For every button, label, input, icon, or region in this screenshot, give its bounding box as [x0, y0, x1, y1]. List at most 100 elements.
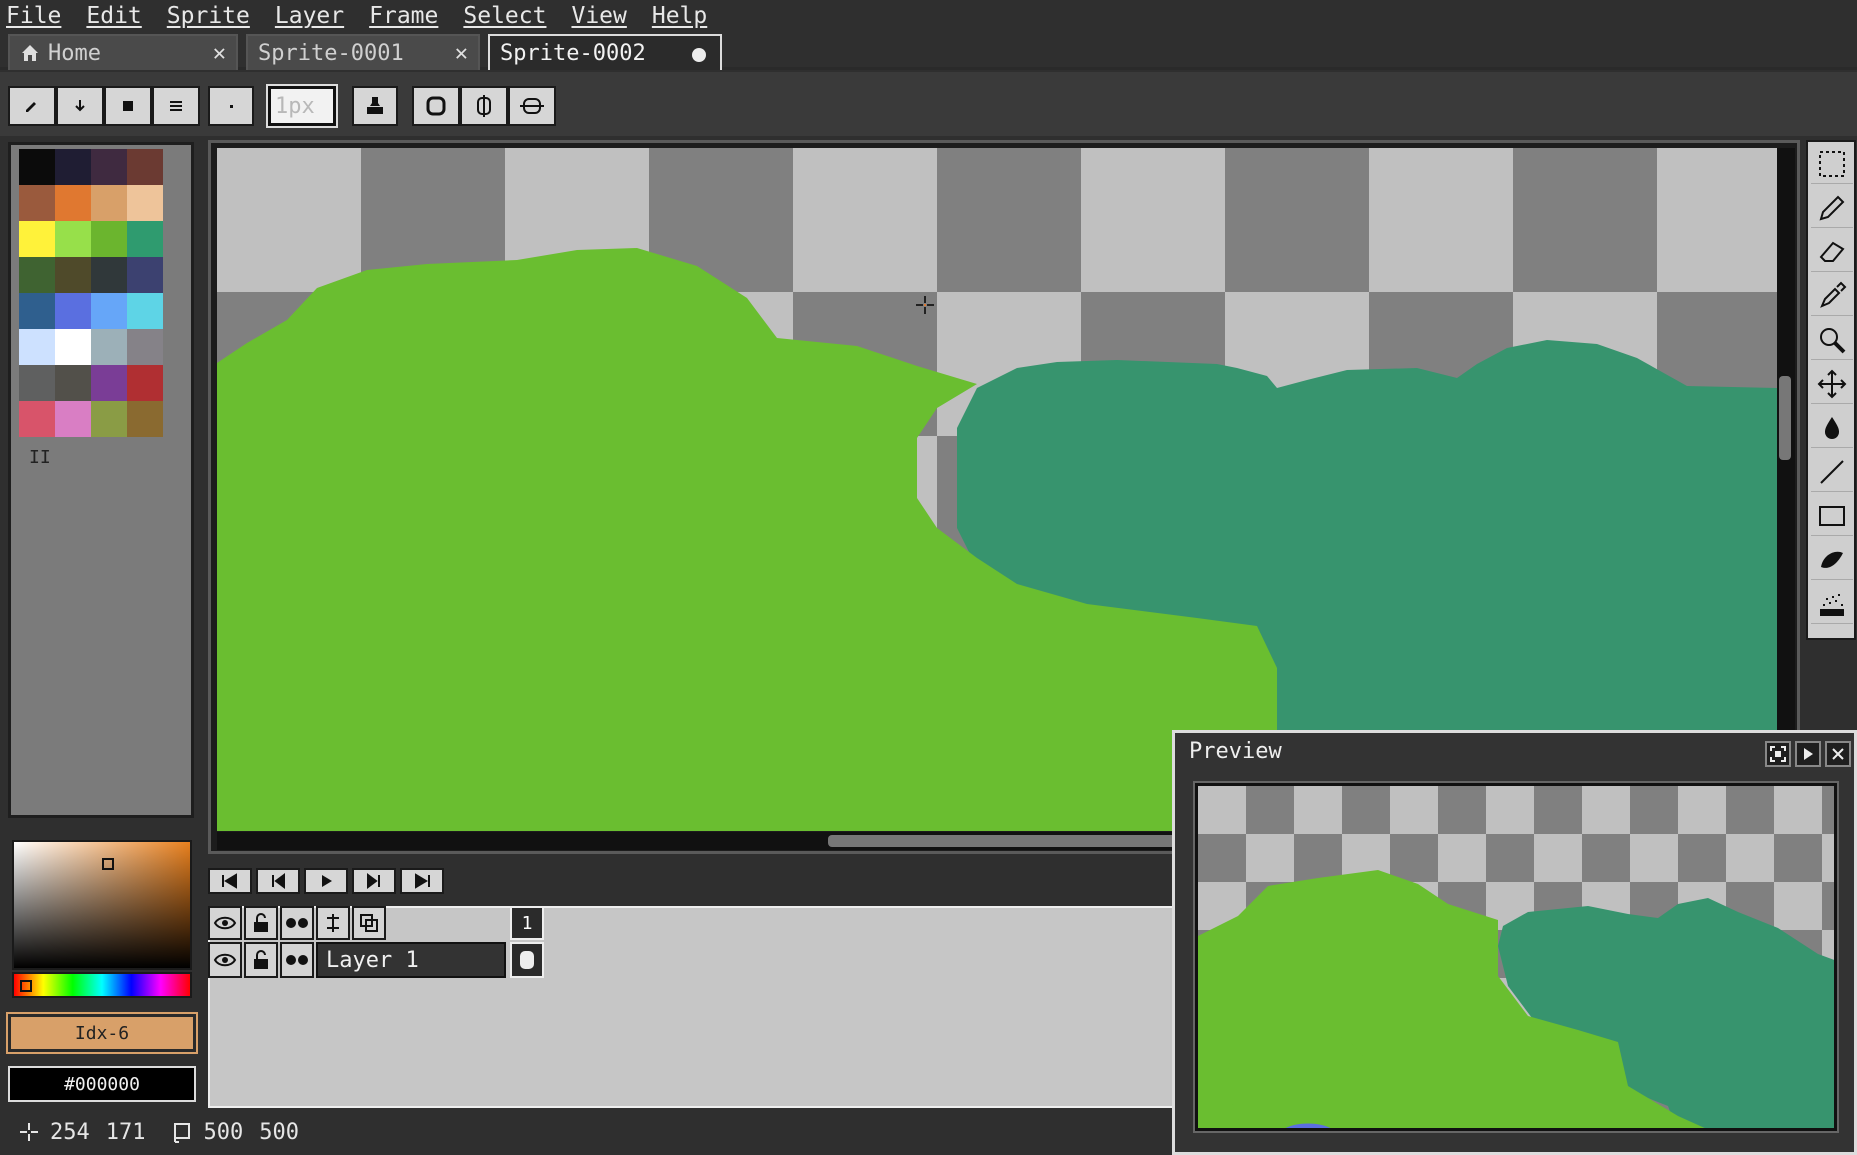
palette-swatch[interactable]	[127, 149, 163, 185]
layer-lock-toggle[interactable]	[244, 942, 278, 978]
palette-swatch[interactable]	[55, 401, 91, 437]
ink-icon	[520, 98, 544, 114]
ink-button[interactable]	[352, 86, 398, 126]
toggle-lock-all-button[interactable]	[244, 906, 278, 940]
last-frame-button[interactable]	[400, 868, 444, 894]
first-frame-button[interactable]	[208, 868, 252, 894]
palette-resize-handle[interactable]: II	[29, 447, 51, 468]
palette-swatch[interactable]	[55, 185, 91, 221]
palette-swatch[interactable]	[19, 257, 55, 293]
pencil-icon	[26, 102, 36, 112]
frame-header-1[interactable]: 1	[510, 906, 544, 940]
vertical-scroll-thumb[interactable]	[1779, 376, 1791, 460]
palette-swatch[interactable]	[91, 401, 127, 437]
palette-swatch[interactable]	[19, 293, 55, 329]
pencil-mode-button[interactable]	[8, 86, 56, 126]
blur-tool[interactable]	[1811, 540, 1853, 580]
preview-fullscreen-button[interactable]	[1765, 741, 1791, 767]
eyedropper-tool[interactable]	[1811, 276, 1853, 316]
layer-row-layer-1[interactable]: Layer 1	[316, 942, 506, 978]
layer-visibility-toggle[interactable]	[208, 942, 242, 978]
palette-swatch[interactable]	[55, 365, 91, 401]
palette-swatch[interactable]	[19, 401, 55, 437]
palette-swatch[interactable]	[127, 185, 163, 221]
prev-frame-button[interactable]	[256, 868, 300, 894]
menu-edit[interactable]: Edit	[86, 3, 141, 29]
brush-type-button[interactable]	[208, 86, 254, 126]
palette-swatch[interactable]	[55, 329, 91, 365]
pivot-button[interactable]	[460, 86, 508, 126]
palette-swatch[interactable]	[127, 221, 163, 257]
spray-tool[interactable]	[1811, 584, 1853, 624]
next-frame-button[interactable]	[352, 868, 396, 894]
canvas-vertical-scrollbar[interactable]	[1777, 148, 1795, 831]
palette-swatch[interactable]	[91, 365, 127, 401]
palette-swatch[interactable]	[91, 221, 127, 257]
palette-swatch[interactable]	[91, 329, 127, 365]
preview-window[interactable]: Preview	[1172, 730, 1857, 1155]
onion-skin-icon	[360, 914, 378, 932]
palette-swatch[interactable]	[19, 221, 55, 257]
rectangle-tool[interactable]	[1811, 496, 1853, 536]
palette-swatch[interactable]	[127, 365, 163, 401]
palette-swatch[interactable]	[55, 293, 91, 329]
eraser-tool[interactable]	[1811, 232, 1853, 272]
contour-circle-button[interactable]	[412, 86, 460, 126]
sprite-canvas[interactable]	[217, 148, 1777, 831]
palette-swatch[interactable]	[91, 257, 127, 293]
modified-dot-icon[interactable]	[692, 48, 706, 62]
zoom-tool[interactable]	[1811, 320, 1853, 360]
menu-view[interactable]: View	[571, 3, 626, 29]
rectangle-select-tool[interactable]	[1811, 144, 1853, 184]
lines-brush-button[interactable]	[152, 86, 200, 126]
palette-swatch[interactable]	[55, 149, 91, 185]
menu-layer[interactable]: Layer	[275, 3, 344, 29]
palette-swatch[interactable]	[19, 365, 55, 401]
palette-swatch[interactable]	[127, 293, 163, 329]
tab-home-close-icon[interactable]: ✕	[213, 41, 226, 66]
palette-swatch[interactable]	[55, 221, 91, 257]
palette-swatch[interactable]	[19, 149, 55, 185]
hue-slider[interactable]	[12, 972, 192, 998]
toggle-visibility-all-button[interactable]	[208, 906, 242, 940]
pencil-tool[interactable]	[1811, 188, 1853, 228]
palette-swatch[interactable]	[91, 185, 127, 221]
menu-select[interactable]: Select	[463, 3, 546, 29]
fill-tool[interactable]	[1811, 408, 1853, 448]
palette-swatch[interactable]	[19, 329, 55, 365]
layer-continuous-toggle[interactable]	[280, 942, 314, 978]
tab-sprite-0001-close-icon[interactable]: ✕	[455, 41, 468, 66]
pixel-perfect-button[interactable]	[508, 86, 556, 126]
menu-help[interactable]: Help	[652, 3, 707, 29]
move-tool[interactable]	[1811, 364, 1853, 404]
tab-home[interactable]: Home ✕	[8, 34, 238, 70]
brush-size-input[interactable]: 1px	[266, 84, 338, 128]
palette-swatch[interactable]	[127, 401, 163, 437]
line-tool[interactable]	[1811, 452, 1853, 492]
tab-sprite-0002[interactable]: Sprite-0002	[488, 34, 722, 70]
foreground-color-index[interactable]: Idx-6	[6, 1012, 198, 1054]
hue-cursor[interactable]	[20, 980, 32, 992]
menu-file[interactable]: File	[6, 3, 61, 29]
palette-swatch[interactable]	[91, 293, 127, 329]
menu-frame[interactable]: Frame	[369, 3, 438, 29]
tab-sprite-0001[interactable]: Sprite-0001 ✕	[246, 34, 480, 70]
saturation-value-box[interactable]	[12, 840, 192, 970]
play-button[interactable]	[304, 868, 348, 894]
background-color-hex[interactable]: #000000	[8, 1066, 196, 1102]
palette-swatch[interactable]	[19, 185, 55, 221]
menu-sprite[interactable]: Sprite	[167, 3, 250, 29]
palette-swatch[interactable]	[127, 329, 163, 365]
palette-swatch[interactable]	[91, 149, 127, 185]
arrow-down-button[interactable]	[56, 86, 104, 126]
square-brush-button[interactable]	[104, 86, 152, 126]
cel-layer-1-frame-1[interactable]	[510, 942, 544, 978]
preview-close-button[interactable]	[1825, 741, 1851, 767]
layer-properties-button[interactable]	[316, 906, 350, 940]
palette-swatch[interactable]	[55, 257, 91, 293]
palette-swatch[interactable]	[127, 257, 163, 293]
onion-skin-button[interactable]	[352, 906, 386, 940]
toggle-continuous-all-button[interactable]	[280, 906, 314, 940]
preview-play-button[interactable]	[1795, 741, 1821, 767]
sv-cursor[interactable]	[102, 858, 114, 870]
